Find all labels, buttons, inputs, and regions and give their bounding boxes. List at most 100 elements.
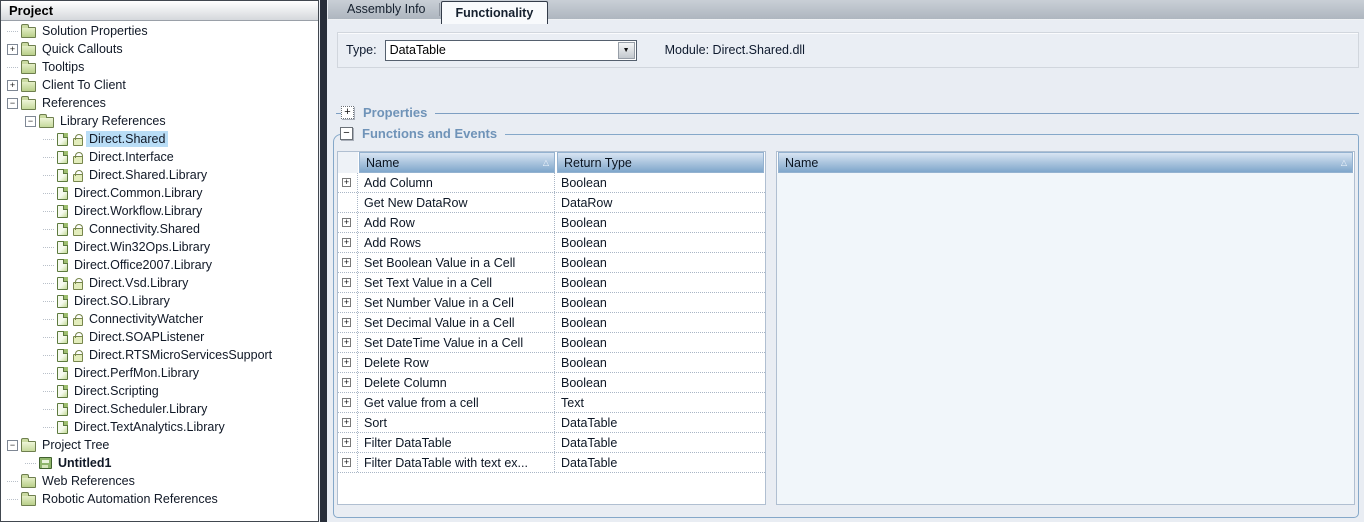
function-row[interactable]: + Get value from a cell Text <box>338 393 765 413</box>
function-row[interactable]: + Sort DataTable <box>338 413 765 433</box>
row-expand-icon[interactable]: + <box>342 278 351 287</box>
row-expand-icon[interactable]: + <box>342 358 351 367</box>
tree-item[interactable]: Direct.Win32Ops.Library <box>1 238 317 256</box>
function-row[interactable]: + Set Number Value in a Cell Boolean <box>338 293 765 313</box>
tree-item[interactable]: + Client To Client <box>1 76 317 94</box>
module-value: Direct.Shared.dll <box>712 43 805 57</box>
row-expand-icon[interactable]: + <box>342 378 351 387</box>
tree-item[interactable]: Direct.Shared.Library <box>1 166 317 184</box>
tab-strip: Assembly Info Functionality <box>328 0 1364 24</box>
function-row[interactable]: + Set Text Value in a Cell Boolean <box>338 273 765 293</box>
row-expand-icon[interactable]: + <box>342 338 351 347</box>
tree-item[interactable]: Tooltips <box>1 58 317 76</box>
tree-item-label: Direct.Interface <box>89 150 174 164</box>
tree-item[interactable]: Direct.Vsd.Library <box>1 274 317 292</box>
row-expand-icon[interactable]: + <box>342 418 351 427</box>
function-row[interactable]: Get New DataRow DataRow <box>338 193 765 213</box>
function-return-type-cell: Boolean <box>561 355 607 370</box>
column-header-return-type-label: Return Type <box>564 156 632 170</box>
tree-item-label: Connectivity.Shared <box>89 222 200 236</box>
row-expander-cell: + <box>338 233 358 252</box>
tab-functionality[interactable]: Functionality <box>440 1 549 24</box>
tree-item[interactable]: Direct.Common.Library <box>1 184 317 202</box>
tree-item[interactable]: Untitled1 <box>1 454 317 472</box>
type-combobox[interactable]: DataTable ▼ <box>384 39 637 61</box>
tree-item[interactable]: ConnectivityWatcher <box>1 310 317 328</box>
row-expand-icon[interactable]: + <box>342 238 351 247</box>
library-page-icon <box>57 222 68 236</box>
tree-item[interactable]: Connectivity.Shared <box>1 220 317 238</box>
row-expander-cell: + <box>338 373 358 392</box>
tree-expand-icon[interactable]: + <box>7 79 18 91</box>
library-page-icon <box>57 402 68 416</box>
tree-item[interactable]: Direct.Interface <box>1 148 317 166</box>
open-folder-icon <box>21 437 36 452</box>
tree-collapse-icon[interactable]: − <box>25 115 36 127</box>
function-row[interactable]: + Filter DataTable with text ex... DataTab… <box>338 453 765 473</box>
tree-item[interactable]: Direct.TextAnalytics.Library <box>1 418 317 436</box>
tree-expand-icon[interactable]: + <box>7 43 18 55</box>
tree-connector-line <box>25 462 36 464</box>
tree-item-label: Project Tree <box>42 438 110 452</box>
events-sort-ascending-icon: △ <box>1340 158 1347 167</box>
row-expand-icon[interactable]: + <box>342 218 351 227</box>
tree-connector-line <box>43 156 54 158</box>
tree-item[interactable]: − Library References <box>1 112 317 130</box>
tree-item[interactable]: Direct.PerfMon.Library <box>1 364 317 382</box>
tree-item[interactable]: + Quick Callouts <box>1 40 317 58</box>
tree-item[interactable]: Direct.SOAPListener <box>1 328 317 346</box>
function-row[interactable]: + Add Row Boolean <box>338 213 765 233</box>
function-row[interactable]: + Add Rows Boolean <box>338 233 765 253</box>
tree-item[interactable]: Direct.Scheduler.Library <box>1 400 317 418</box>
library-page-icon <box>57 366 68 380</box>
lock-icon <box>73 151 83 164</box>
tree-item[interactable]: Robotic Automation References <box>1 490 317 508</box>
tree-item[interactable]: Direct.RTSMicroServicesSupport <box>1 346 317 364</box>
tab-assembly-info[interactable]: Assembly Info <box>335 0 438 19</box>
events-column-header-name[interactable]: Name △ <box>778 152 1353 173</box>
function-name-cell: Set Number Value in a Cell <box>358 293 555 312</box>
row-expander-cell: + <box>338 213 358 232</box>
function-row[interactable]: + Set Boolean Value in a Cell Boolean <box>338 253 765 273</box>
combobox-dropdown-icon[interactable]: ▼ <box>617 41 635 59</box>
tree-item-label: Solution Properties <box>42 24 148 38</box>
grid-corner-cell <box>338 152 358 173</box>
function-name-cell: Add Column <box>358 173 555 192</box>
library-page-icon <box>57 348 68 362</box>
row-expand-icon[interactable]: + <box>342 438 351 447</box>
tree-item[interactable]: Direct.Office2007.Library <box>1 256 317 274</box>
function-row[interactable]: + Delete Column Boolean <box>338 373 765 393</box>
column-header-name[interactable]: Name △ <box>359 152 555 173</box>
tree-collapse-icon[interactable]: − <box>7 439 18 451</box>
tree-item[interactable]: Web References <box>1 472 317 490</box>
tree-item[interactable]: Direct.SO.Library <box>1 292 317 310</box>
tree-item-label: Direct.Win32Ops.Library <box>74 240 211 254</box>
tree-item[interactable]: Direct.Workflow.Library <box>1 202 317 220</box>
tree-collapse-icon[interactable]: − <box>7 97 18 109</box>
function-row[interactable]: + Set Decimal Value in a Cell Boolean <box>338 313 765 333</box>
row-expand-icon[interactable]: + <box>342 318 351 327</box>
panel-splitter[interactable] <box>320 0 327 522</box>
row-expand-icon[interactable]: + <box>342 458 351 467</box>
type-combobox-value: DataTable <box>389 43 446 57</box>
function-row[interactable]: + Filter DataTable DataTable <box>338 433 765 453</box>
column-header-return-type[interactable]: Return Type <box>557 152 764 173</box>
function-name-cell: Delete Column <box>358 373 555 392</box>
tree-item[interactable]: Direct.Scripting <box>1 382 317 400</box>
row-expand-icon[interactable]: + <box>342 298 351 307</box>
tree-item[interactable]: − References <box>1 94 317 112</box>
function-row[interactable]: + Delete Row Boolean <box>338 353 765 373</box>
tree-item[interactable]: Direct.Shared <box>1 130 317 148</box>
properties-section-header: + Properties <box>336 105 1359 122</box>
tree-item[interactable]: − Project Tree <box>1 436 317 454</box>
tree-connector-line <box>43 138 54 140</box>
tree-item[interactable]: Solution Properties <box>1 22 317 40</box>
properties-expand-icon[interactable]: + <box>341 106 354 119</box>
function-row[interactable]: + Set DateTime Value in a Cell Boolean <box>338 333 765 353</box>
function-row[interactable]: + Add Column Boolean <box>338 173 765 193</box>
row-expand-icon[interactable]: + <box>342 258 351 267</box>
tree-item-label: Robotic Automation References <box>42 492 218 506</box>
row-expand-icon[interactable]: + <box>342 398 351 407</box>
functions-collapse-icon[interactable]: − <box>340 127 353 140</box>
row-expand-icon[interactable]: + <box>342 178 351 187</box>
